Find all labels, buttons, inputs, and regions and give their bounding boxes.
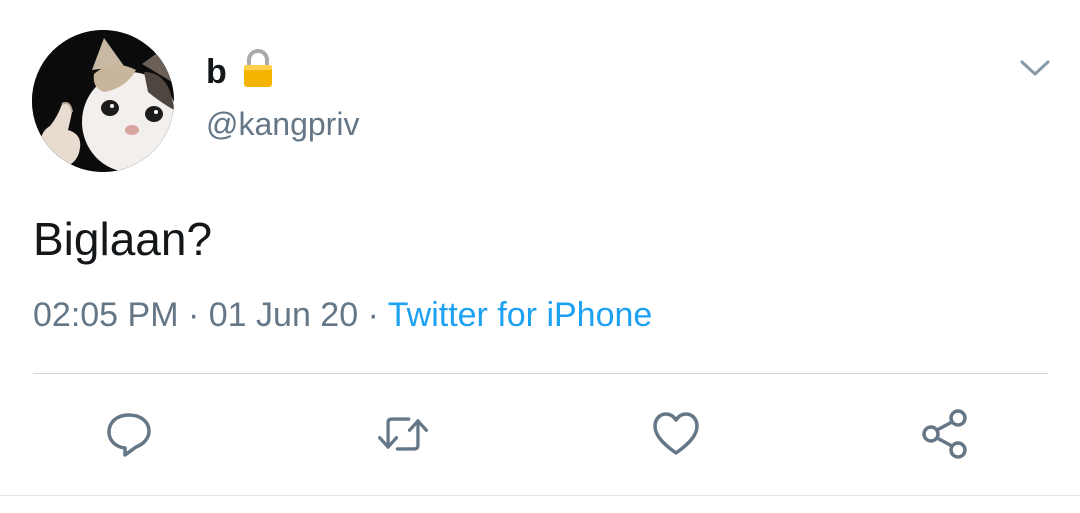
heart-icon <box>653 412 699 455</box>
share-icon <box>922 409 967 459</box>
display-name[interactable]: b <box>206 53 227 92</box>
bottom-divider <box>0 495 1080 496</box>
chevron-down-icon <box>1020 60 1050 76</box>
tweet-meta: 02:05 PM · 01 Jun 20 · Twitter for iPhon… <box>33 296 652 335</box>
avatar[interactable] <box>32 30 174 172</box>
display-name-row: b <box>206 48 275 97</box>
reply-icon <box>107 413 151 457</box>
tweet-source-link[interactable]: Twitter for iPhone <box>388 296 653 334</box>
tweet-date: 01 Jun 20 <box>208 296 359 334</box>
divider <box>33 373 1048 374</box>
more-options-button[interactable] <box>1018 54 1052 82</box>
user-handle[interactable]: @kangpriv <box>206 106 359 143</box>
tweet-time: 02:05 PM <box>33 296 179 334</box>
like-button[interactable] <box>648 406 704 462</box>
tweet-text: Biglaan? <box>33 213 213 265</box>
retweet-button[interactable] <box>375 406 431 462</box>
avatar-image <box>32 30 174 172</box>
meta-separator: · <box>367 296 379 334</box>
retweet-icon <box>378 417 428 451</box>
lock-icon <box>241 48 275 97</box>
share-button[interactable] <box>917 406 973 462</box>
reply-button[interactable] <box>101 406 157 462</box>
meta-separator: · <box>187 296 200 334</box>
